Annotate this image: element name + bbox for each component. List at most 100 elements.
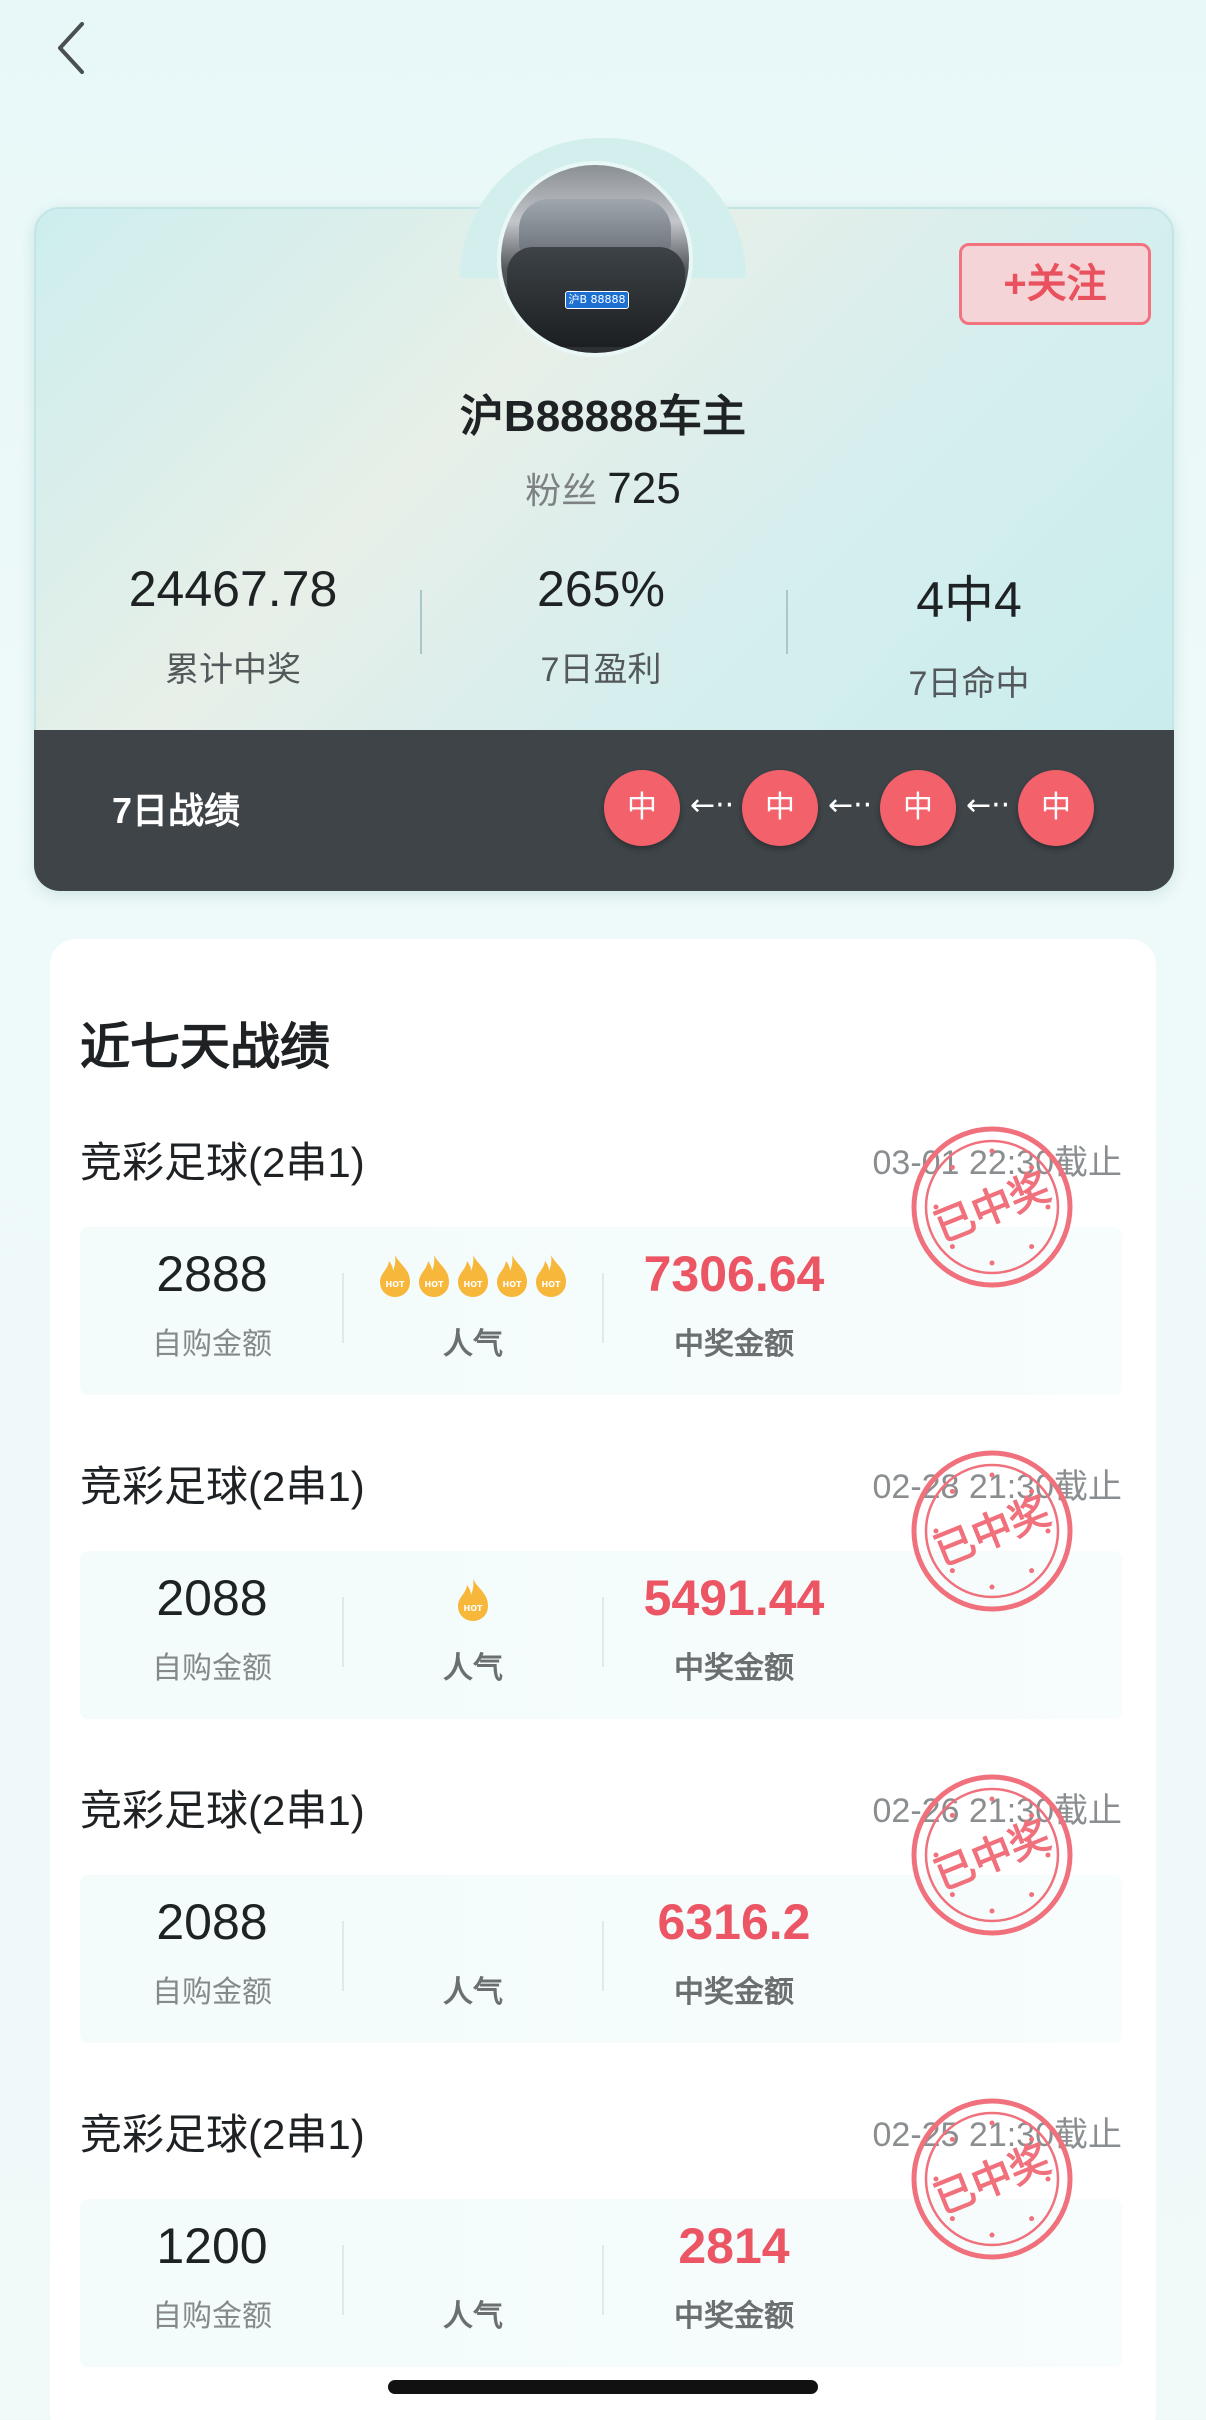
stamp-star	[949, 2136, 955, 2142]
game-name: 竞彩足球(2串1)	[80, 1139, 365, 1186]
stamp-star	[989, 1260, 995, 1266]
stat-label: 累计中奖	[165, 651, 301, 689]
hot-flame-icon: HOT	[458, 1579, 488, 1621]
self-amount-col: 1200 自购金额	[82, 2199, 342, 2335]
prize-label: 中奖金额	[674, 2300, 794, 2333]
prize-amount: 5491.44	[643, 1570, 825, 1626]
fans-count: 725	[607, 464, 681, 513]
recent-records-section: 近七天战绩 竞彩足球(2串1) 03-01 22:30截止 2888 自购金额 …	[50, 939, 1156, 2420]
hit-badge: 中	[742, 770, 818, 846]
stamp-star	[989, 1908, 995, 1914]
stamp-star	[1029, 1568, 1035, 1574]
hot-flame-icon: HOT	[536, 1255, 566, 1297]
popularity-col: HOT HOT HOT HOT HOT 人气	[343, 1227, 603, 1363]
self-amount: 1200	[156, 2218, 268, 2274]
stat-7day-hit: 4中4 7日命中	[786, 560, 1152, 705]
self-amount-col: 2888 自购金额	[82, 1227, 342, 1363]
stat-value: 265%	[537, 561, 665, 617]
chevron-left-icon	[58, 22, 84, 74]
stat-value: 4中4	[916, 572, 1022, 628]
prize-label: 中奖金额	[674, 1976, 794, 2009]
stamp-star	[989, 2120, 995, 2126]
stamp-star	[1029, 1244, 1035, 1250]
fans-label: 粉丝	[525, 470, 598, 511]
popularity-label: 人气	[443, 1328, 503, 1361]
hot-flame-icon: HOT	[419, 1255, 449, 1297]
record-title: 7日战绩	[112, 790, 241, 831]
username: 沪B88888车主	[459, 392, 747, 441]
stamp-star	[989, 1148, 995, 1154]
stat-7day-profit: 265% 7日盈利	[418, 560, 784, 691]
hit-badge: 中	[1018, 770, 1094, 846]
won-stamp-icon: 已中奖	[911, 1126, 1073, 1288]
self-amount-label: 自购金额	[152, 1976, 272, 2009]
stamp-text: 已中奖	[928, 1488, 1056, 1576]
self-amount: 2088	[156, 1570, 268, 1626]
hit-badge: 中	[604, 770, 680, 846]
avatar[interactable]: 沪B 88888	[497, 161, 693, 357]
hot-label: HOT	[464, 1280, 483, 1289]
stat-total-prize: 24467.78 累计中奖	[50, 560, 416, 691]
prize-col: 6316.2 中奖金额	[604, 1875, 864, 2011]
popularity-flames	[343, 1893, 603, 1955]
self-amount: 2888	[156, 1246, 268, 1302]
avatar-car-window	[519, 199, 671, 251]
popularity-flames: HOT	[343, 1569, 603, 1631]
won-stamp-icon: 已中奖	[911, 1774, 1073, 1936]
stamp-star	[1029, 2216, 1035, 2222]
hot-flame-icon: HOT	[497, 1255, 527, 1297]
hot-label: HOT	[503, 1280, 522, 1289]
record-item[interactable]: 竞彩足球(2串1) 03-01 22:30截止 2888 自购金额 HOT HOT…	[50, 1126, 1156, 1429]
stamp-star	[949, 1164, 955, 1170]
follow-button[interactable]: +关注	[959, 243, 1151, 325]
stamp-star	[989, 1796, 995, 1802]
popularity-col: 人气	[343, 1875, 603, 2011]
self-amount-label: 自购金额	[152, 1652, 272, 1685]
prize-col: 2814 中奖金额	[604, 2199, 864, 2335]
game-name: 竞彩足球(2串1)	[80, 2111, 365, 2158]
stamp-star	[1029, 1892, 1035, 1898]
self-amount: 2088	[156, 1894, 268, 1950]
record-item[interactable]: 竞彩足球(2串1) 02-25 21:30截止 1200 自购金额 人气 281…	[50, 2098, 1156, 2401]
hot-label: HOT	[386, 1280, 405, 1289]
prize-amount: 7306.64	[643, 1246, 825, 1302]
stamp-text: 已中奖	[928, 1164, 1056, 1252]
won-stamp-icon: 已中奖	[911, 1450, 1073, 1612]
hit-badge: 中	[880, 770, 956, 846]
popularity-label: 人气	[443, 2300, 503, 2333]
hot-label: HOT	[464, 1604, 483, 1613]
self-amount-label: 自购金额	[152, 1328, 272, 1361]
record-item[interactable]: 竞彩足球(2串1) 02-26 21:30截止 2088 自购金额 人气 631…	[50, 1774, 1156, 2077]
section-title: 近七天战绩	[80, 1019, 330, 1075]
stamp-star	[949, 1488, 955, 1494]
hot-flame-icon: HOT	[458, 1255, 488, 1297]
seven-day-record-bar: 7日战绩 中 ←·· 中 ←·· 中 ←·· 中	[34, 730, 1174, 891]
self-amount-col: 2088 自购金额	[82, 1551, 342, 1687]
game-name: 竞彩足球(2串1)	[80, 1787, 365, 1834]
stamp-star	[989, 2232, 995, 2238]
stamp-star	[949, 1812, 955, 1818]
arrow-left-icon: ←··	[690, 788, 735, 823]
popularity-col: HOT 人气	[343, 1551, 603, 1687]
prize-amount: 6316.2	[657, 1894, 811, 1950]
home-indicator[interactable]	[388, 2380, 818, 2394]
record-item[interactable]: 竞彩足球(2串1) 02-28 21:30截止 2088 自购金额 HOT 人气…	[50, 1450, 1156, 1753]
popularity-flames: HOT HOT HOT HOT HOT	[343, 1245, 603, 1307]
fans-count-row: 粉丝 725	[0, 462, 1206, 514]
stat-label: 7日盈利	[540, 651, 662, 689]
prize-label: 中奖金额	[674, 1652, 794, 1685]
game-name: 竞彩足球(2串1)	[80, 1463, 365, 1510]
stat-label: 7日命中	[908, 665, 1030, 703]
stamp-star	[989, 1472, 995, 1478]
prize-label: 中奖金额	[674, 1328, 794, 1361]
stat-value: 24467.78	[128, 561, 338, 617]
arrow-left-icon: ←··	[966, 788, 1011, 823]
popularity-flames	[343, 2217, 603, 2279]
hot-label: HOT	[425, 1280, 444, 1289]
self-amount-label: 自购金额	[152, 2300, 272, 2333]
prize-col: 7306.64 中奖金额	[604, 1227, 864, 1363]
prize-col: 5491.44 中奖金额	[604, 1551, 864, 1687]
popularity-label: 人气	[443, 1652, 503, 1685]
back-button[interactable]	[50, 18, 94, 78]
stamp-star	[989, 1584, 995, 1590]
